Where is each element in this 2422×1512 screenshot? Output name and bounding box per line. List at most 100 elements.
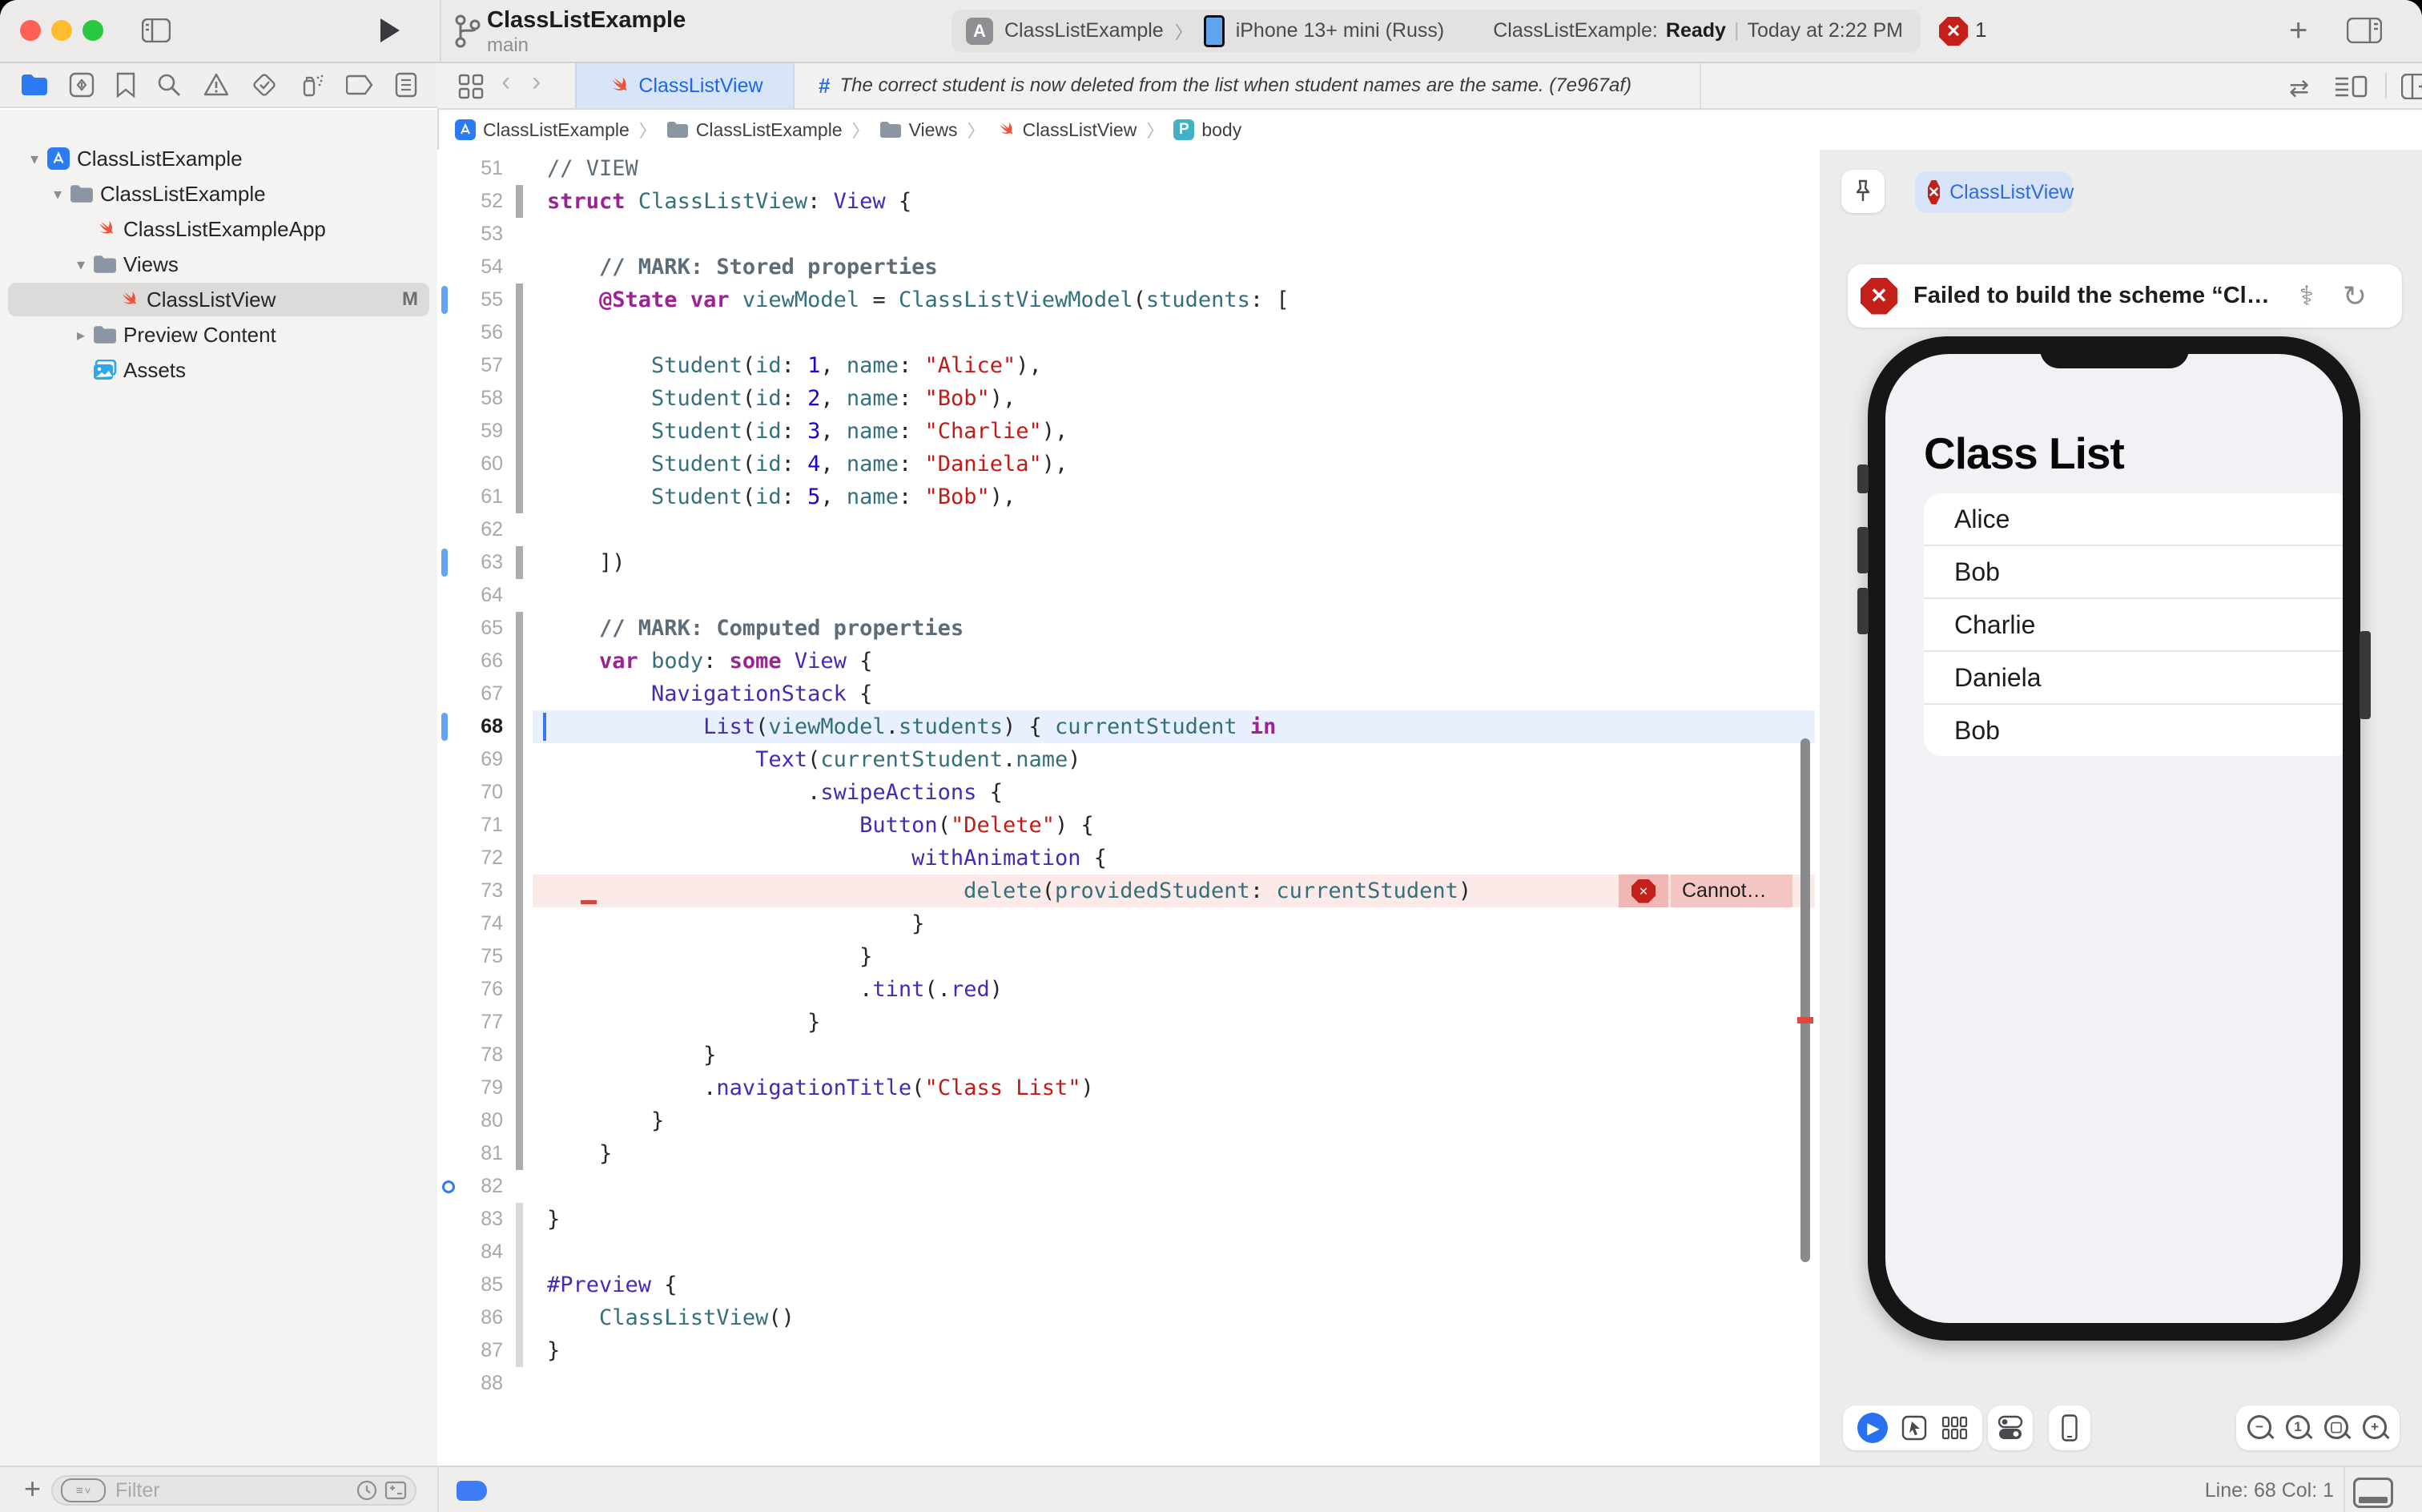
go-back-button[interactable]: ‹ (501, 66, 510, 98)
zoom-in-icon[interactable]: + (2361, 1413, 2390, 1442)
zoom-window-button[interactable] (82, 20, 103, 41)
run-button[interactable] (378, 17, 402, 44)
code-line-78[interactable]: 78 } (437, 1039, 1820, 1072)
disclosure-chevron-icon[interactable]: ▸ (70, 325, 91, 345)
pin-preview-button[interactable] (1841, 170, 1885, 213)
diagnostics-icon[interactable]: ⚕ (2299, 280, 2314, 312)
sidebar-item-views[interactable]: ▾Views (0, 247, 437, 282)
scheme-name[interactable]: ClassListExample (1004, 19, 1164, 42)
add-toolbar-button[interactable]: + (2289, 13, 2307, 49)
toggle-inspector-icon[interactable] (2347, 18, 2382, 43)
selectable-mode-icon[interactable] (1901, 1415, 1927, 1441)
code-line-54[interactable]: 54 // MARK: Stored properties (437, 251, 1820, 284)
sidebar-item-classlistview[interactable]: ClassListViewM (0, 282, 437, 317)
run-destination[interactable]: iPhone 13+ mini (Russ) (1236, 19, 1445, 42)
code-line-59[interactable]: 59 Student(id: 3, name: "Charlie"), (437, 415, 1820, 448)
live-preview-button[interactable]: ▶ (1857, 1413, 1888, 1443)
code-line-81[interactable]: 81 } (437, 1137, 1820, 1170)
breadcrumb-file[interactable]: ClassListView (995, 119, 1137, 141)
build-failed-banner[interactable]: ✕ Failed to build the scheme “Cl… ⚕ ↻ (1848, 264, 2402, 328)
zoom-actual-size-icon[interactable]: 1 (2284, 1413, 2313, 1442)
code-line-83[interactable]: 83} (437, 1203, 1820, 1236)
disclosure-chevron-icon[interactable]: ▾ (70, 255, 91, 275)
breadcrumb-views[interactable]: Views (879, 119, 958, 141)
code-line-86[interactable]: 86 ClassListView() (437, 1301, 1820, 1334)
navigator-filter-field[interactable]: ≡˅ Filter (51, 1475, 416, 1506)
tab-classlistview[interactable]: ClassListView (575, 63, 795, 108)
device-screen[interactable]: Class List AliceBobCharlieDanielaBob (1885, 354, 2343, 1323)
editor-scrollbar[interactable] (1800, 738, 1810, 1262)
code-line-82[interactable]: 82 (437, 1170, 1820, 1203)
add-file-button[interactable]: + (24, 1472, 41, 1506)
code-line-66[interactable]: 66 var body: some View { (437, 645, 1820, 678)
code-line-77[interactable]: 77 } (437, 1006, 1820, 1039)
code-line-68[interactable]: 68 List(viewModel.students) { currentStu… (437, 710, 1820, 743)
activity-status-pill[interactable]: A ClassListExample 〉 iPhone 13+ mini (Ru… (952, 10, 1921, 52)
breadcrumb-project[interactable]: ClassListExample (455, 119, 630, 141)
editor-options-icon[interactable] (2334, 74, 2368, 99)
breadcrumb-group[interactable]: ClassListExample (666, 119, 843, 141)
code-line-62[interactable]: 62 (437, 513, 1820, 546)
go-forward-button[interactable]: › (532, 66, 541, 98)
minimize-window-button[interactable] (51, 20, 72, 41)
code-line-64[interactable]: 64 (437, 579, 1820, 612)
code-line-73[interactable]: 73 delete(providedStudent: currentStuden… (437, 875, 1820, 907)
debug-navigator-icon[interactable] (298, 71, 325, 99)
inline-error-badge[interactable]: ✕Cannot… (1619, 875, 1792, 907)
code-line-67[interactable]: 67 NavigationStack { (437, 678, 1820, 710)
breakpoints-navigator-icon[interactable] (346, 74, 375, 95)
close-window-button[interactable] (20, 20, 41, 41)
project-navigator-icon[interactable] (20, 73, 49, 97)
student-list-item[interactable]: Bob (1924, 545, 2343, 597)
code-line-85[interactable]: 85#Preview { (437, 1269, 1820, 1301)
code-line-88[interactable]: 88 (437, 1367, 1820, 1400)
code-line-55[interactable]: 55 @State var viewModel = ClassListViewM… (437, 284, 1820, 316)
source-control-navigator-icon[interactable] (69, 72, 95, 98)
code-line-69[interactable]: 69 Text(currentStudent.name) (437, 743, 1820, 776)
device-picker-button[interactable] (2049, 1405, 2090, 1450)
preview-tab-pill[interactable]: ✕ ClassListView (1915, 171, 2072, 213)
student-list-item[interactable]: Bob (1924, 703, 2343, 756)
code-line-80[interactable]: 80 } (437, 1104, 1820, 1137)
toggle-navigator-icon[interactable] (142, 18, 171, 42)
device-settings-button[interactable] (1988, 1405, 2033, 1450)
code-line-72[interactable]: 72 withAnimation { (437, 842, 1820, 875)
code-line-57[interactable]: 57 Student(id: 1, name: "Alice"), (437, 349, 1820, 382)
code-line-71[interactable]: 71 Button("Delete") { (437, 809, 1820, 842)
reload-preview-icon[interactable]: ↻ (2343, 279, 2367, 313)
sidebar-item-assets[interactable]: Assets (0, 352, 437, 388)
tests-navigator-icon[interactable] (251, 71, 278, 99)
sidebar-item-classlistexample[interactable]: ▾ClassListExample (0, 141, 437, 176)
source-editor[interactable]: 51// VIEW52struct ClassListView: View {5… (437, 150, 1820, 1466)
code-line-75[interactable]: 75 } (437, 940, 1820, 973)
student-list-item[interactable]: Daniela (1924, 650, 2343, 703)
student-list-item[interactable]: Charlie (1924, 597, 2343, 650)
sidebar-item-classlistexampleapp[interactable]: ClassListExampleApp (0, 211, 437, 247)
sidebar-item-preview-content[interactable]: ▸Preview Content (0, 317, 437, 352)
code-line-53[interactable]: 53 (437, 218, 1820, 251)
disclosure-chevron-icon[interactable]: ▾ (47, 184, 68, 204)
change-scope-tag[interactable] (457, 1481, 487, 1501)
related-items-icon[interactable] (458, 74, 484, 99)
sidebar-item-classlistexample[interactable]: ▾ClassListExample (0, 176, 437, 211)
issues-navigator-icon[interactable] (203, 72, 230, 98)
code-line-76[interactable]: 76 .tint(.red) (437, 973, 1820, 1006)
code-line-58[interactable]: 58 Student(id: 2, name: "Bob"), (437, 382, 1820, 415)
code-line-79[interactable]: 79 .navigationTitle("Class List") (437, 1072, 1820, 1104)
bookmarks-navigator-icon[interactable] (115, 72, 136, 98)
add-editor-icon[interactable] (2401, 74, 2422, 99)
reports-navigator-icon[interactable] (395, 72, 417, 98)
students-list[interactable]: AliceBobCharlieDanielaBob (1924, 493, 2343, 756)
code-line-52[interactable]: 52struct ClassListView: View { (437, 185, 1820, 218)
code-line-87[interactable]: 87} (437, 1334, 1820, 1367)
code-line-63[interactable]: 63 ]) (437, 546, 1820, 579)
toolbar-error-icon[interactable]: ✕ (1939, 17, 1968, 46)
source-control-filter-icon[interactable] (384, 1481, 407, 1500)
tab-commit-message[interactable]: # The correct student is now deleted fro… (791, 63, 1701, 108)
zoom-out-icon[interactable]: − (2246, 1413, 2275, 1442)
swap-editor-icon[interactable]: ⇄ (2289, 74, 2309, 103)
find-navigator-icon[interactable] (156, 72, 182, 98)
code-line-84[interactable]: 84 (437, 1236, 1820, 1269)
zoom-to-fit-icon[interactable]: ▢ (2323, 1413, 2352, 1442)
recents-filter-icon[interactable] (356, 1479, 378, 1502)
